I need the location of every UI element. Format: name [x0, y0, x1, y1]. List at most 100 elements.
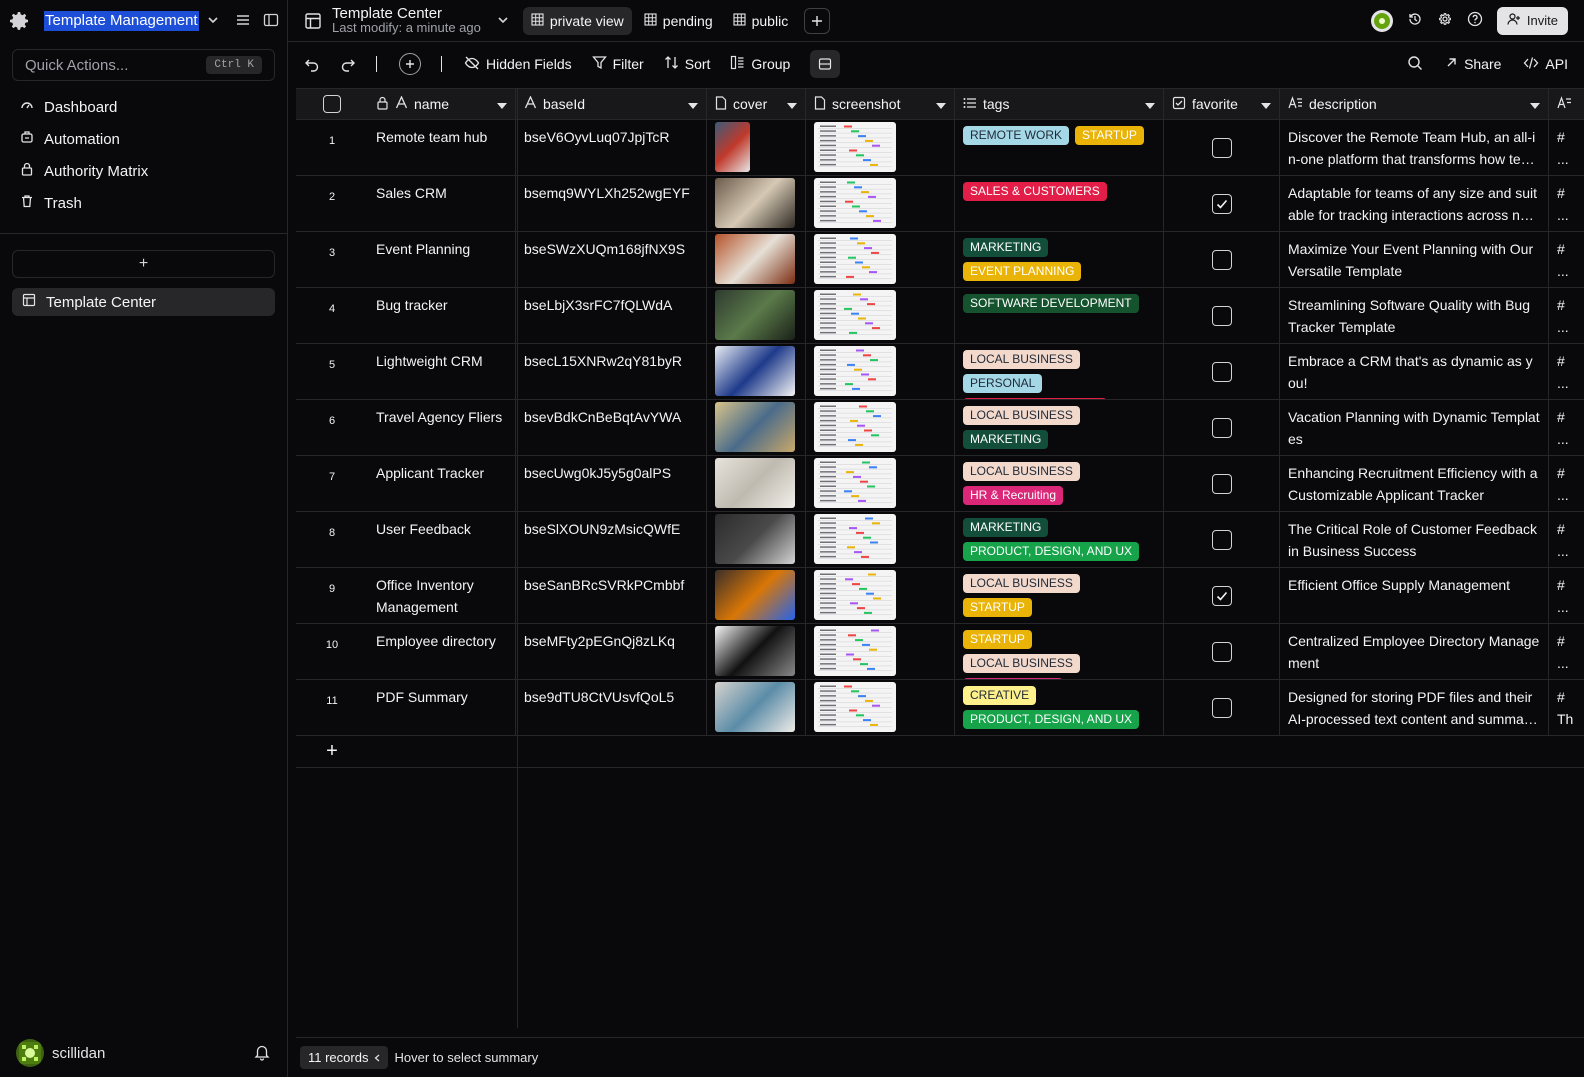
cell-baseid[interactable]: bseV6OyvLuq07JpjTcR — [516, 120, 707, 175]
table-row[interactable]: 4 Bug tracker bseLbjX3srFC7fQLWdA SOFTWARE … — [296, 288, 1584, 344]
screenshot-image[interactable] — [814, 570, 896, 620]
add-row[interactable]: + — [296, 736, 1584, 768]
cell-tags[interactable]: LOCAL BUSINESS HR & Recruiting — [955, 456, 1164, 511]
settings-icon[interactable] — [1437, 11, 1453, 30]
cell-tags[interactable]: STARTUP LOCAL BUSINESS HR & Recruiting — [955, 624, 1164, 679]
cell-description[interactable]: Designed for storing PDF files and their… — [1280, 680, 1549, 735]
cover-image[interactable] — [715, 570, 795, 620]
cell-screenshot[interactable] — [806, 680, 955, 735]
share-button[interactable]: Share — [1445, 56, 1501, 72]
view-tab-pending[interactable]: pending — [636, 7, 721, 35]
cell-description[interactable]: Efficient Office Supply Management — [1280, 568, 1549, 623]
quick-actions-input[interactable]: Quick Actions... Ctrl K — [12, 49, 275, 81]
filter-button[interactable]: Filter — [591, 55, 644, 73]
redo-button[interactable] — [340, 56, 356, 72]
favorite-checkbox[interactable] — [1211, 529, 1232, 550]
cell-baseid[interactable]: bsecUwg0kJ5y5g0alPS — [516, 456, 707, 511]
screenshot-image[interactable] — [814, 234, 896, 284]
cell-name[interactable]: Lightweight CRM — [368, 344, 516, 399]
cell-overflow[interactable]: #... — [1549, 624, 1584, 679]
avatar[interactable] — [16, 1039, 44, 1067]
cell-overflow[interactable]: #... — [1549, 344, 1584, 399]
add-view-button[interactable] — [804, 7, 831, 34]
caret-down-icon[interactable] — [1261, 96, 1271, 112]
user-name[interactable]: scillidan — [52, 1045, 105, 1062]
cell-overflow[interactable]: #... — [1549, 288, 1584, 343]
caret-down-icon[interactable] — [1145, 96, 1155, 112]
screenshot-image[interactable] — [814, 682, 896, 732]
cell-name[interactable]: Employee directory — [368, 624, 516, 679]
cell-cover[interactable] — [707, 288, 806, 343]
cell-favorite[interactable] — [1164, 232, 1280, 287]
favorite-checkbox[interactable] — [1211, 473, 1232, 494]
cell-cover[interactable] — [707, 400, 806, 455]
cover-image[interactable] — [715, 234, 795, 284]
table-row[interactable]: 8 User Feedback bseSlXOUN9zMsicQWfE MARKETI… — [296, 512, 1584, 568]
screenshot-image[interactable] — [814, 514, 896, 564]
cell-screenshot[interactable] — [806, 288, 955, 343]
table-row[interactable]: 11 PDF Summary bse9dTU8CtVUsvfQoL5 CREATIVE… — [296, 680, 1584, 736]
cell-overflow[interactable]: #... — [1549, 456, 1584, 511]
favorite-checkbox[interactable] — [1211, 249, 1232, 270]
favorite-checkbox[interactable] — [1211, 361, 1232, 382]
cell-screenshot[interactable] — [806, 344, 955, 399]
cell-name[interactable]: Sales CRM — [368, 176, 516, 231]
cell-name[interactable]: Office Inventory Management — [368, 568, 516, 623]
cell-cover[interactable] — [707, 176, 806, 231]
cell-overflow[interactable]: #... — [1549, 232, 1584, 287]
favorite-checkbox[interactable] — [1211, 417, 1232, 438]
screenshot-image[interactable] — [814, 122, 896, 172]
cell-favorite[interactable] — [1164, 456, 1280, 511]
favorite-checkbox-checked[interactable] — [1211, 585, 1232, 606]
cell-screenshot[interactable] — [806, 232, 955, 287]
cover-image[interactable] — [715, 178, 795, 228]
cell-favorite[interactable] — [1164, 568, 1280, 623]
cell-favorite[interactable] — [1164, 680, 1280, 735]
cell-cover[interactable] — [707, 232, 806, 287]
screenshot-image[interactable] — [814, 346, 896, 396]
caret-down-icon[interactable] — [497, 96, 507, 112]
cell-name[interactable]: Applicant Tracker — [368, 456, 516, 511]
cell-name[interactable]: Remote team hub — [368, 120, 516, 175]
favorite-checkbox-checked[interactable] — [1211, 193, 1232, 214]
favorite-checkbox[interactable] — [1211, 697, 1232, 718]
cell-favorite[interactable] — [1164, 400, 1280, 455]
cell-description[interactable]: Vacation Planning with Dynamic Templates — [1280, 400, 1549, 455]
table-row[interactable]: 6 Travel Agency Fliers bsevBdkCnBeBqtAvYWA… — [296, 400, 1584, 456]
cover-image[interactable] — [715, 402, 795, 452]
cell-tags[interactable]: MARKETING EVENT PLANNING — [955, 232, 1164, 287]
caret-down-icon[interactable] — [936, 96, 946, 112]
cell-tags[interactable]: MARKETING PRODUCT, DESIGN, AND UX — [955, 512, 1164, 567]
menu-icon[interactable] — [235, 12, 251, 31]
search-icon[interactable] — [1407, 55, 1423, 74]
cell-screenshot[interactable] — [806, 456, 955, 511]
table-row[interactable]: 10 Employee directory bseMFty2pEGnQj8zLKq S… — [296, 624, 1584, 680]
cell-tags[interactable]: SOFTWARE DEVELOPMENT — [955, 288, 1164, 343]
cell-baseid[interactable]: bseSlXOUN9zMsicQWfE — [516, 512, 707, 567]
summary-hint[interactable]: Hover to select summary — [394, 1050, 538, 1065]
space-name[interactable]: Template Management — [44, 11, 199, 31]
cell-cover[interactable] — [707, 456, 806, 511]
screenshot-image[interactable] — [814, 402, 896, 452]
help-icon[interactable] — [1467, 11, 1483, 30]
chevron-down-icon[interactable] — [207, 13, 219, 29]
sidebar-item-template-center[interactable]: Template Center — [12, 288, 275, 316]
cell-screenshot[interactable] — [806, 400, 955, 455]
invite-button[interactable]: Invite — [1496, 6, 1568, 35]
sidebar-item-trash[interactable]: Trash — [20, 187, 267, 219]
column-header-favorite[interactable]: favorite — [1164, 89, 1280, 119]
cell-description[interactable]: Adaptable for teams of any size and suit… — [1280, 176, 1549, 231]
cell-overflow[interactable]: #... — [1549, 176, 1584, 231]
table-row[interactable]: 3 Event Planning bseSWzXUQm168jfNX9S MARKET… — [296, 232, 1584, 288]
cell-baseid[interactable]: bse9dTU8CtVUsvfQoL5 — [516, 680, 707, 735]
add-record-button[interactable] — [399, 53, 421, 75]
cell-overflow[interactable]: # Th — [1549, 680, 1584, 735]
column-header-tags[interactable]: tags — [955, 89, 1164, 119]
caret-down-icon[interactable] — [787, 96, 797, 112]
screenshot-image[interactable] — [814, 290, 896, 340]
cell-description[interactable]: Embrace a CRM that's as dynamic as you! — [1280, 344, 1549, 399]
cell-tags[interactable]: LOCAL BUSINESS STARTUP — [955, 568, 1164, 623]
cell-description[interactable]: Centralized Employee Directory Managemen… — [1280, 624, 1549, 679]
cell-baseid[interactable]: bsevBdkCnBeBqtAvYWA — [516, 400, 707, 455]
cell-description[interactable]: Discover the Remote Team Hub, an all-in-… — [1280, 120, 1549, 175]
